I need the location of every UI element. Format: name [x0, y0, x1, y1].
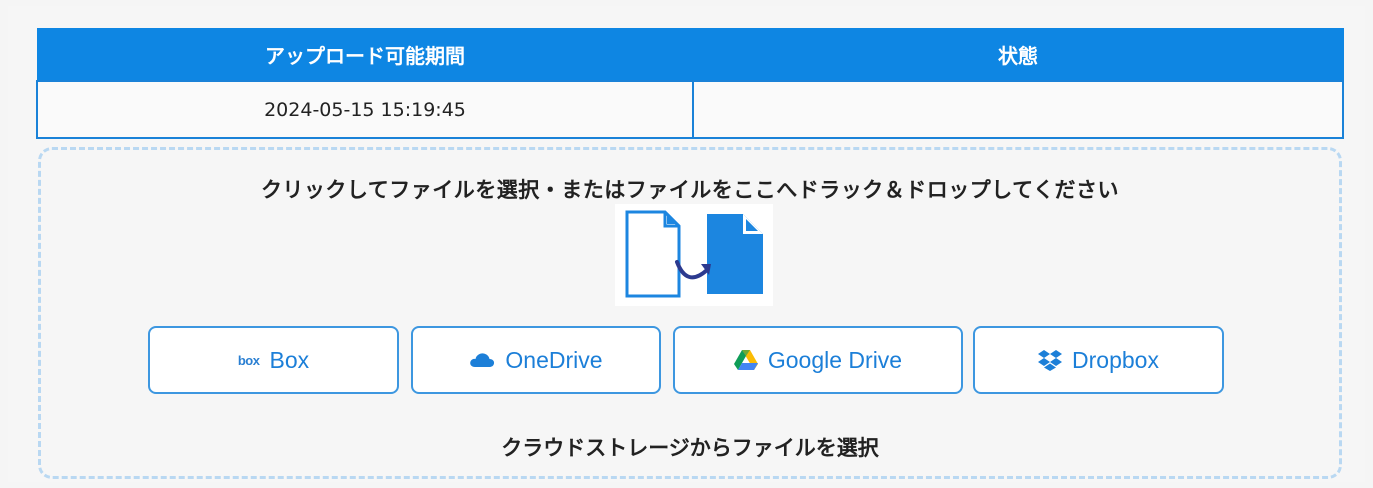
google-drive-icon: [733, 349, 758, 371]
column-header-status: 状態: [692, 28, 1344, 82]
onedrive-button-label: OneDrive: [505, 346, 603, 373]
onedrive-button[interactable]: OneDrive: [411, 326, 661, 394]
table-header-row: アップロード可能期間 状態: [36, 28, 1344, 82]
box-button-label: Box: [269, 346, 310, 373]
onedrive-icon: [469, 352, 495, 368]
dropzone-instruction: クリックしてファイルを選択・またはファイルをここへドラック＆ドロップしてください: [260, 178, 1120, 202]
box-icon: box: [237, 352, 260, 368]
table-row: 2024-05-15 15:19:45: [36, 80, 1344, 139]
dropbox-button[interactable]: Dropbox: [973, 326, 1224, 394]
cloud-storage-caption: クラウドストレージからファイルを選択: [501, 436, 879, 460]
file-transfer-icon: [615, 204, 773, 306]
status-value: [692, 80, 1344, 139]
upload-info-table: アップロード可能期間 状態 2024-05-15 15:19:45: [36, 28, 1344, 139]
google-drive-button[interactable]: Google Drive: [673, 326, 963, 394]
upload-panel: アップロード可能期間 状態 2024-05-15 15:19:45 クリックして…: [8, 6, 1365, 482]
file-dropzone[interactable]: クリックしてファイルを選択・またはファイルをここへドラック＆ドロップしてください…: [38, 147, 1342, 479]
dropbox-button-label: Dropbox: [1072, 346, 1159, 373]
dropbox-icon: [1038, 349, 1063, 371]
google-drive-button-label: Google Drive: [767, 346, 903, 373]
column-header-period: アップロード可能期間: [36, 28, 694, 82]
upload-period-value: 2024-05-15 15:19:45: [36, 80, 694, 139]
box-button[interactable]: box Box: [148, 326, 399, 394]
